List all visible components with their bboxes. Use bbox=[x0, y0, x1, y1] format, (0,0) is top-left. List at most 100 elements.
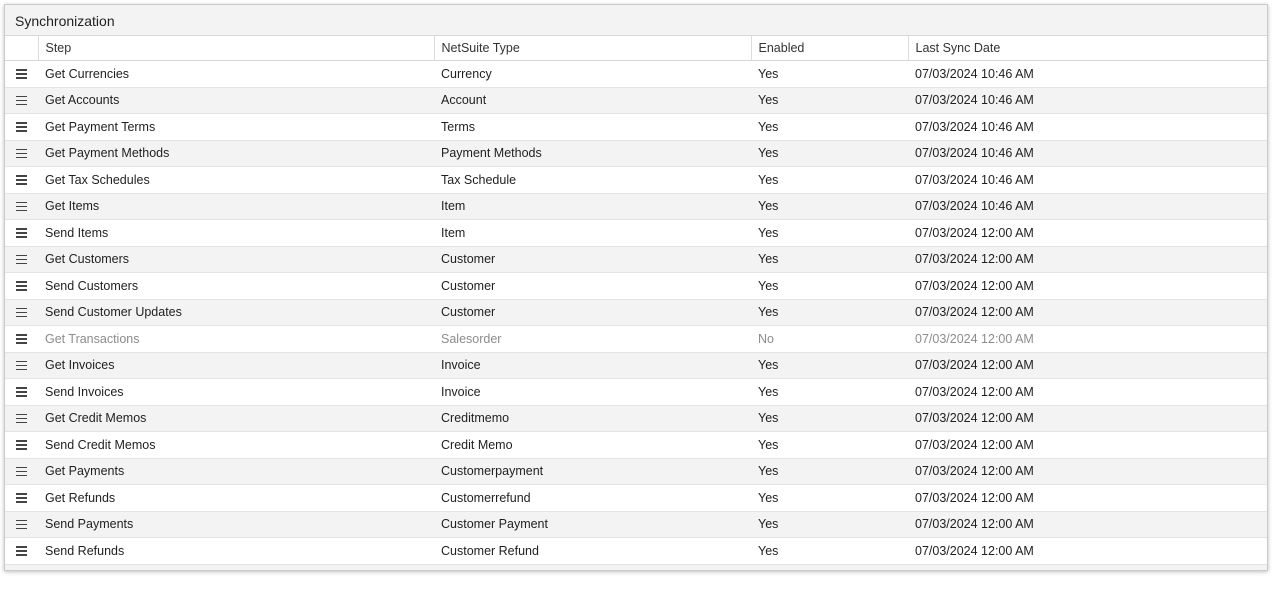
table-row[interactable]: Send Customers Customer Yes 07/03/2024 12:0… bbox=[5, 272, 1267, 300]
row-handle-cell[interactable] bbox=[5, 325, 38, 353]
cell-last-sync-date: 07/03/2024 12:00 AM bbox=[908, 431, 1267, 459]
table-row[interactable]: Get Credit Memos Creditmemo Yes 07/03/2024 … bbox=[5, 405, 1267, 432]
row-handle-cell[interactable] bbox=[5, 246, 38, 273]
cell-step: Get Credit Memos bbox=[38, 405, 434, 432]
table-row[interactable]: Get Transactions Salesorder No 07/03/2024 1… bbox=[5, 325, 1267, 353]
drag-handle-icon[interactable] bbox=[16, 67, 27, 82]
row-handle-cell[interactable] bbox=[5, 219, 38, 247]
cell-last-sync-date: 07/03/2024 12:00 AM bbox=[908, 405, 1267, 432]
drag-handle-icon[interactable] bbox=[16, 279, 27, 294]
cell-step: Send Customers bbox=[38, 272, 434, 300]
cell-enabled: Yes bbox=[751, 140, 908, 167]
column-header-netsuite-type[interactable]: NetSuite Type bbox=[433, 36, 751, 61]
row-handle-cell[interactable] bbox=[5, 564, 38, 571]
row-handle-cell[interactable] bbox=[5, 405, 38, 432]
table-row[interactable]: Get Refunds Customerrefund Yes 07/03/2024 1… bbox=[5, 484, 1267, 512]
row-handle-cell[interactable] bbox=[5, 299, 38, 326]
cell-netsuite-type: Payment Methods bbox=[434, 140, 751, 167]
table-row[interactable]: Get Items Item Yes 07/03/2024 10:46 AM bbox=[5, 193, 1267, 220]
cell-netsuite-type: Customer Payment bbox=[434, 511, 751, 538]
drag-handle-icon[interactable] bbox=[16, 385, 27, 400]
cell-enabled: Yes bbox=[751, 166, 908, 194]
cell-step: Get Payments bbox=[38, 458, 434, 485]
cell-enabled: Yes bbox=[751, 87, 908, 114]
table-row[interactable]: Send Invoices Invoice Yes 07/03/2024 12:00 … bbox=[5, 378, 1267, 406]
table-row[interactable]: Get Invoices Invoice Yes 07/03/2024 12:00 A… bbox=[5, 352, 1267, 379]
table-row[interactable]: Get Accounts Account Yes 07/03/2024 10:46 A… bbox=[5, 87, 1267, 114]
cell-step: Get Accounts bbox=[38, 87, 434, 114]
column-header-enabled[interactable]: Enabled bbox=[750, 36, 908, 61]
cell-netsuite-type: Creditmemo bbox=[434, 405, 751, 432]
table-row[interactable]: Get Payment Methods Payment Methods Yes 07/… bbox=[5, 140, 1267, 167]
column-header-last-sync-date[interactable]: Last Sync Date bbox=[907, 36, 1267, 61]
row-handle-cell[interactable] bbox=[5, 113, 38, 141]
cell-step: Get Invoices bbox=[38, 352, 434, 379]
cell-last-sync-date: 07/03/2024 12:00 AM bbox=[908, 378, 1267, 406]
drag-handle-icon[interactable] bbox=[16, 544, 27, 559]
row-handle-cell[interactable] bbox=[5, 272, 38, 300]
drag-handle-icon[interactable] bbox=[16, 438, 27, 453]
drag-handle-icon[interactable] bbox=[16, 252, 27, 267]
drag-handle-icon[interactable] bbox=[16, 93, 27, 108]
cell-enabled: Yes bbox=[751, 60, 908, 88]
cell-enabled: Yes bbox=[751, 378, 908, 406]
cell-enabled: Yes bbox=[751, 431, 908, 459]
table-row[interactable]: Get Payments Customerpayment Yes 07/03/2024… bbox=[5, 458, 1267, 485]
cell-netsuite-type: Customer bbox=[434, 246, 751, 273]
row-handle-cell[interactable] bbox=[5, 352, 38, 379]
cell-last-sync-date: 07/03/2024 12:00 AM bbox=[908, 272, 1267, 300]
table-row[interactable]: Send Customer Updates Customer Yes 07/03/20… bbox=[5, 299, 1267, 326]
cell-step: Get Refunds bbox=[38, 484, 434, 512]
cell-enabled: Yes bbox=[751, 299, 908, 326]
drag-handle-icon[interactable] bbox=[16, 226, 27, 241]
drag-handle-icon[interactable] bbox=[16, 517, 27, 532]
cell-last-sync-date: 07/03/2024 12:00 AM bbox=[908, 246, 1267, 273]
cell-enabled: Yes bbox=[751, 272, 908, 300]
drag-handle-icon[interactable] bbox=[16, 120, 27, 135]
row-handle-cell[interactable] bbox=[5, 140, 38, 167]
cell-step: Get Customers bbox=[38, 246, 434, 273]
column-header-step[interactable]: Step bbox=[37, 36, 434, 61]
drag-handle-icon[interactable] bbox=[16, 358, 27, 373]
cell-step: Send Refunds bbox=[38, 537, 434, 565]
table-row[interactable]: Send Credit Memos Credit Memo Yes 07/03/202… bbox=[5, 431, 1267, 459]
cell-enabled: Yes bbox=[751, 352, 908, 379]
cell-enabled: Yes bbox=[751, 405, 908, 432]
cell-last-sync-date: 07/03/2024 10:46 AM bbox=[908, 193, 1267, 220]
drag-handle-icon[interactable] bbox=[16, 146, 27, 161]
drag-handle-icon[interactable] bbox=[16, 332, 27, 347]
drag-handle-icon[interactable] bbox=[16, 491, 27, 506]
row-handle-cell[interactable] bbox=[5, 458, 38, 485]
synchronization-panel: Synchronization Step NetSuite Type Enabl… bbox=[4, 4, 1268, 571]
cell-netsuite-type: Credit Memo bbox=[434, 431, 751, 459]
table-row[interactable]: Get Tax Schedules Tax Schedule Yes 07/03/20… bbox=[5, 166, 1267, 194]
table-row[interactable]: Get Currencies Currency Yes 07/03/2024 10:4… bbox=[5, 60, 1267, 88]
drag-handle-icon[interactable] bbox=[16, 570, 27, 571]
row-handle-cell[interactable] bbox=[5, 60, 38, 88]
row-handle-cell[interactable] bbox=[5, 378, 38, 406]
cell-last-sync-date: 07/03/2024 12:00 AM bbox=[908, 458, 1267, 485]
drag-handle-icon[interactable] bbox=[16, 173, 27, 188]
table-row[interactable]: Get Payment Terms Terms Yes 07/03/2024 10:4… bbox=[5, 113, 1267, 141]
table-row[interactable]: Send Payments Customer Payment Yes 07/03/20… bbox=[5, 511, 1267, 538]
cell-last-sync-date: 07/03/2024 12:00 AM bbox=[908, 352, 1267, 379]
table-row[interactable]: Send Deposits Yes07/03/2024 12:00 AM bbox=[5, 564, 1267, 571]
row-handle-cell[interactable] bbox=[5, 193, 38, 220]
row-handle-cell[interactable] bbox=[5, 87, 38, 114]
drag-handle-icon[interactable] bbox=[16, 464, 27, 479]
row-handle-cell[interactable] bbox=[5, 484, 38, 512]
table-row[interactable]: Get Customers Customer Yes 07/03/2024 12:00… bbox=[5, 246, 1267, 273]
cell-last-sync-date: 07/03/2024 12:00 AM bbox=[908, 564, 1267, 570]
drag-handle-icon[interactable] bbox=[16, 411, 27, 426]
drag-handle-icon[interactable] bbox=[16, 305, 27, 320]
row-handle-cell[interactable] bbox=[5, 431, 38, 459]
cell-step: Send Items bbox=[38, 219, 434, 247]
cell-netsuite-type: Terms bbox=[434, 113, 751, 141]
row-handle-cell[interactable] bbox=[5, 537, 38, 565]
table-row[interactable]: Send Items Item Yes 07/03/2024 12:00 AM bbox=[5, 219, 1267, 247]
row-handle-cell[interactable] bbox=[5, 511, 38, 538]
table-row[interactable]: Send Refunds Customer Refund Yes 07/03/2024… bbox=[5, 537, 1267, 565]
row-handle-cell[interactable] bbox=[5, 166, 38, 194]
drag-handle-icon[interactable] bbox=[16, 199, 27, 214]
cell-step: Get Currencies bbox=[38, 60, 434, 88]
